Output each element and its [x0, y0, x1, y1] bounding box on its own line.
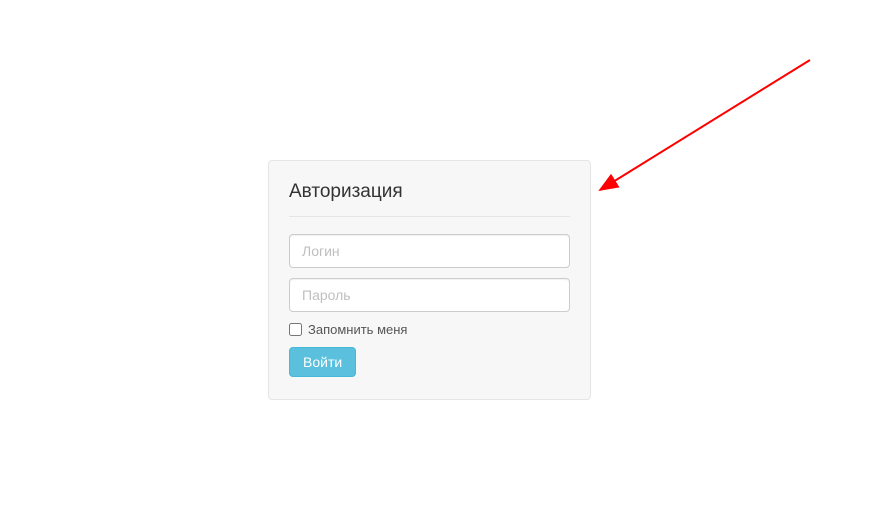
login-button[interactable]: Войти [289, 347, 356, 377]
username-input[interactable] [289, 234, 570, 268]
remember-me-label: Запомнить меня [308, 322, 407, 337]
remember-me-row[interactable]: Запомнить меня [289, 322, 570, 337]
remember-me-checkbox[interactable] [289, 323, 302, 336]
password-input[interactable] [289, 278, 570, 312]
login-panel: Авторизация Запомнить меня Войти [268, 160, 591, 400]
annotation-arrow-icon [590, 55, 820, 205]
login-title: Авторизация [289, 181, 570, 217]
